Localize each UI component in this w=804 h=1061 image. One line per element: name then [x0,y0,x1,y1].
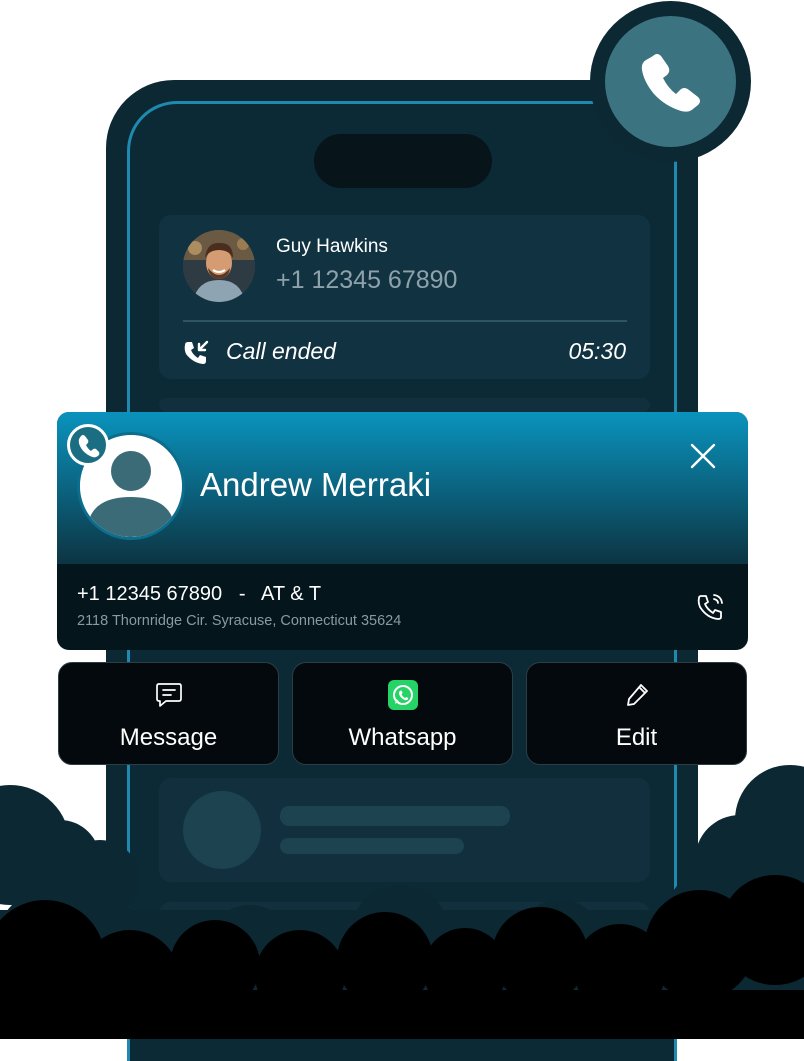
cloud-decoration [0,765,804,1039]
call-fab-button[interactable] [605,16,736,147]
call-badge [67,424,109,466]
whatsapp-button[interactable]: Whatsapp [292,662,513,765]
call-contact-button[interactable] [695,591,727,623]
message-button[interactable]: Message [58,662,279,765]
contact-address: 2118 Thornridge Cir. Syracuse, Connectic… [77,613,402,629]
caller-number: +1 12345 67890 [276,266,458,294]
caller-name: Guy Hawkins [276,236,388,257]
edit-button[interactable]: Edit [526,662,747,765]
phone-icon [78,435,100,458]
edit-label: Edit [615,724,658,751]
placeholder-row [159,398,650,412]
phone-notch [314,134,492,188]
message-label: Message [119,724,218,751]
whatsapp-icon [387,680,418,710]
contact-name: Andrew Merraki [200,466,432,503]
call-ended-icon [182,339,210,367]
close-button[interactable] [687,440,719,472]
message-icon [155,683,182,707]
phone-call-icon [697,594,723,620]
close-icon [690,443,716,469]
call-status: Call ended [226,338,336,364]
phone-icon [641,54,700,112]
call-duration: 05:30 [568,338,626,364]
contact-number-carrier: +1 12345 67890 - AT & T [77,583,322,605]
caller-avatar [183,230,255,302]
whatsapp-label: Whatsapp [348,724,457,751]
card-divider [183,320,627,322]
edit-icon [626,684,648,706]
